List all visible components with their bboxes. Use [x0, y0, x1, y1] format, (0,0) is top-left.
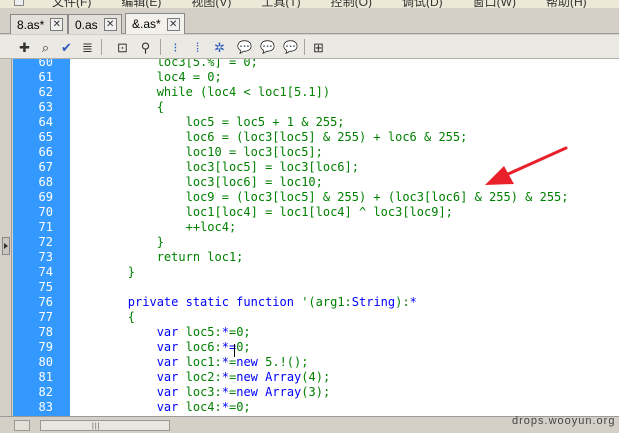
line-number: 80 [38, 355, 53, 369]
watermark: drops.wooyun.org [512, 415, 616, 427]
tab-0-as[interactable]: 0.as ✕ [68, 14, 122, 34]
line-number: 69 [38, 190, 53, 204]
toolbar-separator [304, 39, 305, 55]
expand-all-icon[interactable]: ✲ [211, 39, 228, 55]
scroll-left-button[interactable] [14, 420, 30, 431]
close-icon[interactable]: ✕ [50, 18, 64, 31]
app-icon [14, 0, 24, 6]
line-number: 81 [38, 370, 53, 384]
left-panel-strip [0, 59, 12, 416]
line-number: 61 [38, 70, 53, 84]
menu-items: 文件(F) 编辑(E) 视图(V) 工具(T) 控制(O) 调试(D) 窗口(W) 帮助(H) [52, 0, 587, 8]
line-number: 78 [38, 325, 53, 339]
tab-8-as[interactable]: 8.as* ✕ [10, 14, 69, 34]
add-statement-icon[interactable]: ✚ [16, 39, 33, 55]
document-tab-bar: 8.as* ✕ 0.as ✕ &.as* ✕ [0, 8, 619, 34]
line-number-gutter: 60 61 62 63 64 65 66 67 68 69 70 71 72 73 74 75 76 77 78 79… [13, 59, 70, 416]
line-number: 66 [38, 145, 53, 159]
auto-format-icon[interactable]: ≣ [79, 39, 96, 55]
code-hint-icon[interactable]: ⊡ [114, 39, 131, 55]
annotation-arrow [485, 146, 568, 185]
menu-item[interactable]: 调试(D) [402, 0, 443, 8]
panel-collapse-handle[interactable] [2, 237, 10, 255]
line-number: 82 [38, 385, 53, 399]
line-number: 71 [38, 220, 53, 234]
remove-comment-icon[interactable]: 💬 [282, 39, 299, 55]
menu-item[interactable]: 编辑(E) [121, 0, 161, 8]
line-number: 76 [38, 295, 53, 309]
line-number: 72 [38, 235, 53, 249]
line-number: 83 [38, 400, 53, 414]
line-number: 75 [38, 280, 53, 294]
line-number: 73 [38, 250, 53, 264]
toolbar-separator [101, 39, 102, 55]
tab-label: 0.as [75, 17, 98, 32]
collapse-between-braces-icon[interactable]: ⁝ [167, 39, 184, 55]
line-number: 64 [38, 115, 53, 129]
line-number: 74 [38, 265, 53, 279]
tab-label: 8.as* [17, 17, 45, 32]
menu-item[interactable]: 视图(V) [191, 0, 231, 8]
text-cursor [234, 344, 235, 357]
close-icon[interactable]: ✕ [103, 18, 117, 31]
apply-block-comment-icon[interactable]: 💬 [236, 39, 253, 55]
menu-item[interactable]: 控制(O) [331, 0, 372, 8]
menu-item[interactable]: 帮助(H) [546, 0, 587, 8]
line-number: 65 [38, 130, 53, 144]
check-syntax-icon[interactable]: ✔ [58, 39, 75, 55]
line-number: 68 [38, 175, 53, 189]
menu-item[interactable]: 工具(T) [261, 0, 300, 8]
line-number: 60 [38, 59, 53, 69]
scrollbar-thumb[interactable] [40, 420, 170, 431]
close-icon[interactable]: ✕ [166, 17, 180, 31]
line-number: 67 [38, 160, 53, 174]
actions-toolbar: ✚ ⌕ ✔ ≣ ⊡ ⚲ ⁝ ⁞ ✲ 💬 💬 💬 ⊞ [0, 35, 619, 59]
line-number: 70 [38, 205, 53, 219]
line-number: 63 [38, 100, 53, 114]
line-number: 79 [38, 340, 53, 354]
debug-options-icon[interactable]: ⚲ [137, 39, 154, 55]
line-number: 77 [38, 310, 53, 324]
grip-icon: ||| [92, 423, 101, 430]
code-editor[interactable]: var loc4:*=0; var loc3:*=new Array(3); v… [70, 59, 619, 416]
collapse-selection-icon[interactable]: ⁞ [189, 39, 206, 55]
tab-label: &.as* [132, 17, 161, 31]
line-number: 62 [38, 85, 53, 99]
menu-item[interactable]: 文件(F) [52, 0, 91, 8]
find-icon[interactable]: ⌕ [37, 39, 54, 55]
toolbar-separator [160, 39, 161, 55]
menu-bar: 文件(F) 编辑(E) 视图(V) 工具(T) 控制(O) 调试(D) 窗口(W) 帮助(H) [0, 0, 619, 8]
apply-line-comment-icon[interactable]: 💬 [259, 39, 276, 55]
tab-amp-as[interactable]: &.as* ✕ [125, 13, 185, 34]
menu-item[interactable]: 窗口(W) [473, 0, 516, 8]
show-hide-toolbox-icon[interactable]: ⊞ [310, 39, 327, 55]
